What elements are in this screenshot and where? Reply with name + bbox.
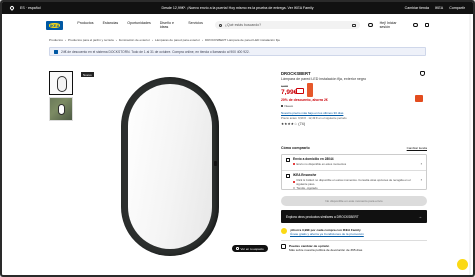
- camera-icon[interactable]: [352, 23, 357, 27]
- thumbnail-product[interactable]: [49, 71, 73, 95]
- chat-bubble-icon[interactable]: [457, 259, 468, 270]
- price-highlight: [296, 88, 304, 94]
- option-sub: Envío no disponible en estos momentos: [296, 161, 347, 166]
- lamp-diffuser: [128, 84, 212, 249]
- promo-message[interactable]: Desde 12,99€*. ¡Nuevo envío a la puerta!…: [161, 6, 313, 10]
- promo-text: Desde 12,99€*. ¡Nuevo envío a la puerta!…: [161, 6, 314, 10]
- lamp-thumbnail-image: [57, 76, 67, 92]
- purchase-panel: Cómo comprarlo Cambiar tienda Envío a do…: [281, 146, 427, 252]
- cart-icon[interactable]: [424, 22, 430, 28]
- divider: [281, 240, 427, 241]
- unavailable-dot-icon: [293, 162, 295, 165]
- thumbnail-list: [49, 71, 73, 123]
- rating-count: (74): [298, 122, 306, 126]
- option-sub-2: Tienda - Agotado: [296, 186, 318, 190]
- store-icon: [286, 174, 290, 178]
- promo-banner[interactable]: 24€ de descuento en el sistema DOCKSTORN…: [49, 47, 426, 56]
- breadcrumb-item[interactable]: Productos para el jardín y terraza: [68, 38, 114, 42]
- delivery-options: Envío a domicilio en 28044 Envío no disp…: [281, 154, 427, 190]
- breadcrumb-sep: ›: [115, 38, 117, 42]
- add-to-cart-button-disabled[interactable]: No disponible en este momento para envío: [281, 196, 427, 206]
- chevron-right-icon: ›: [420, 161, 422, 166]
- nav-rooms[interactable]: Estancias: [103, 21, 119, 29]
- view-in-space-label: Ver en tu espacio: [240, 246, 264, 251]
- annotation-marker-right: [415, 95, 423, 102]
- purchase-title: Cómo comprarlo: [281, 146, 310, 150]
- location-pin-icon: [9, 5, 15, 11]
- browser-window: ES · español Desde 12,99€*. ¡Nuevo envío…: [0, 0, 475, 277]
- option-title: Envío a domicilio en 28044: [293, 157, 334, 161]
- location-label: ES · español: [20, 6, 41, 10]
- delivery-option-store[interactable]: IKEA Ensanche Click & Collect no disponi…: [282, 171, 426, 190]
- new-badge: Nuevo: [81, 72, 94, 77]
- product-name: DROCKSBERT: [281, 71, 311, 76]
- breadcrumb-item[interactable]: DROCKSBERT Lámpara de pared LED instalac…: [205, 38, 280, 42]
- discount-text: 20% de descuento, ahorra 2€: [281, 98, 328, 102]
- delivery-option-home[interactable]: Envío a domicilio en 28044 Envío no disp…: [282, 155, 426, 171]
- ikea-family-promo: ¡Ahorra 3,99€ por cada compra con IKEA F…: [281, 228, 427, 236]
- status-dot-icon: [281, 105, 283, 107]
- previous-price-note: Precio antes: 9,99 € · 12,49 € en el sig…: [281, 116, 347, 120]
- product-description: Lámpara de pared LED instalación fija, e…: [281, 77, 367, 81]
- unavailable-dot-icon: [292, 180, 295, 183]
- location-selector[interactable]: ES · español: [9, 5, 41, 11]
- annotation-marker: [307, 83, 313, 97]
- tag-icon: [54, 49, 58, 54]
- explore-similar-button[interactable]: Explora otros productos similares a DROC…: [281, 210, 427, 223]
- explore-label: Explora otros productos similares a DROC…: [286, 214, 359, 219]
- banner-text: 24€ de descuento en el sistema DOCKSTORN…: [61, 49, 250, 54]
- breadcrumb-sep: ›: [64, 38, 66, 42]
- lowest-price-link[interactable]: Nuestro precio más bajo en los últimos 3…: [281, 111, 427, 115]
- favorite-heart-icon[interactable]: [420, 71, 425, 76]
- user-icon[interactable]: [368, 22, 373, 28]
- search-input[interactable]: ¿Qué estás buscando?: [214, 21, 361, 29]
- breadcrumb-sep: ›: [151, 38, 153, 42]
- view-in-space-button[interactable]: Ver en tu espacio: [232, 245, 268, 252]
- product-info: DROCKSBERT Lámpara de pared LED instalac…: [281, 71, 427, 126]
- main-header: IKEA Productos Estancias Oportunidades D…: [2, 14, 473, 36]
- search-placeholder: ¿Qué estás buscando?: [224, 23, 262, 27]
- nav-offers[interactable]: Oportunidades: [127, 21, 151, 29]
- return-icon: [281, 243, 286, 249]
- scrollbar[interactable]: [469, 14, 471, 275]
- nav-products[interactable]: Productos: [77, 21, 93, 29]
- logo-text: IKEA: [48, 22, 61, 28]
- topbar-link-ikea[interactable]: IKEA: [435, 6, 443, 10]
- stock-dot-icon: [292, 187, 295, 189]
- breadcrumb-item[interactable]: Lámparas de pared para exterior: [155, 38, 200, 42]
- breadcrumb: Productos › Productos para el jardín y te…: [2, 36, 473, 44]
- change-store-link[interactable]: Cambiar tienda: [407, 146, 427, 150]
- lamp-screw: [214, 161, 217, 166]
- breadcrumb-item[interactable]: Iluminación de exterior: [119, 38, 150, 42]
- thumbnail-in-use[interactable]: [49, 97, 73, 121]
- chevron-right-icon: ›: [420, 177, 422, 182]
- family-join-link[interactable]: Únete gratis y ahorra ya Condiciones de …: [290, 232, 364, 236]
- nav-ideas[interactable]: Diseño e ideas: [160, 21, 180, 29]
- search-icon: [218, 23, 222, 27]
- breadcrumb-sep: ›: [201, 38, 203, 42]
- arrow-right-icon: →: [418, 214, 422, 219]
- truck-icon: [286, 158, 290, 162]
- family-icon: [281, 228, 287, 234]
- return-policy[interactable]: Puedes cambiar de opinión Más sobre nues…: [281, 243, 427, 252]
- heart-icon[interactable]: [413, 22, 418, 28]
- return-text: Más sobre nuestra política de devolución…: [289, 247, 363, 252]
- product-image[interactable]: [121, 77, 219, 256]
- ar-icon: [236, 247, 239, 250]
- ikea-logo[interactable]: IKEA: [46, 20, 64, 30]
- top-bar: ES · español Desde 12,99€*. ¡Nuevo envío…: [2, 2, 473, 14]
- status-badge: Nuevo: [281, 104, 427, 108]
- account-label[interactable]: Hej! Iniciar sesión: [380, 21, 407, 29]
- option-sub: Click & Collect no disponible en estos m…: [296, 177, 411, 186]
- option-title: IKEA Ensanche: [292, 173, 317, 177]
- lamp-on-wall-image: [58, 104, 65, 115]
- status-label: Nuevo: [284, 104, 294, 108]
- rating-stars: ★★★★☆: [281, 122, 298, 126]
- main-nav: Productos Estancias Oportunidades Diseño…: [77, 21, 202, 29]
- breadcrumb-item[interactable]: Productos: [49, 38, 63, 42]
- topbar-link-share[interactable]: Compartir: [449, 6, 465, 10]
- topbar-link-store[interactable]: Cambiar tienda: [405, 6, 429, 10]
- rating[interactable]: ★★★★☆ (74): [281, 122, 427, 126]
- nav-services[interactable]: Servicios: [188, 21, 203, 29]
